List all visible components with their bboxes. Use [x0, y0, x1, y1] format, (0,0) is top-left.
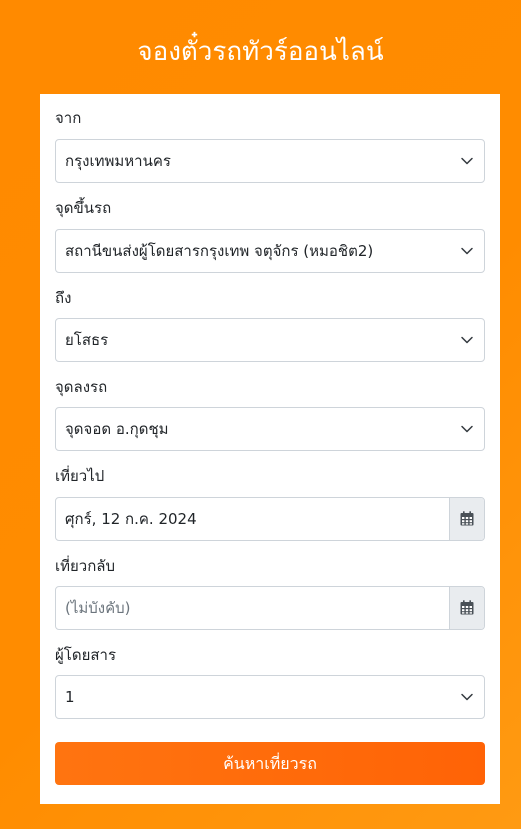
passengers-select-value: 1 — [65, 688, 75, 706]
departure-date-label: เที่ยวไป — [55, 467, 105, 485]
destination-select[interactable]: ยโสธร — [55, 318, 485, 362]
dropoff-point-label: จุดลงรถ — [55, 378, 108, 396]
return-date-placeholder: (ไม่บังคับ) — [65, 599, 131, 617]
booking-form-card: จาก กรุงเทพมหานคร จุดขึ้นรถ สถานีขนส่งผู… — [40, 94, 500, 804]
chevron-down-icon — [461, 157, 473, 165]
chevron-down-icon — [461, 336, 473, 344]
search-trips-button[interactable]: ค้นหาเที่ยวรถ — [55, 742, 485, 785]
destination-label: ถึง — [55, 289, 72, 307]
chevron-down-icon — [461, 425, 473, 433]
calendar-icon — [460, 511, 474, 526]
boarding-point-label: จุดขึ้นรถ — [55, 199, 112, 217]
boarding-point-select-value: สถานีขนส่งผู้โดยสารกรุงเทพ จตุจักร (หมอช… — [65, 242, 374, 260]
departure-date-picker-button[interactable] — [449, 498, 484, 540]
chevron-down-icon — [461, 693, 473, 701]
passengers-label: ผู้โดยสาร — [55, 646, 117, 664]
destination-select-value: ยโสธร — [65, 331, 109, 349]
chevron-down-icon — [461, 247, 473, 255]
calendar-icon — [460, 600, 474, 615]
return-date-input[interactable]: (ไม่บังคับ) — [55, 586, 485, 630]
return-date-label: เที่ยวกลับ — [55, 557, 116, 575]
origin-select[interactable]: กรุงเทพมหานคร — [55, 139, 485, 183]
dropoff-point-select[interactable]: จุดจอด อ.กุดชุม — [55, 407, 485, 451]
return-date-picker-button[interactable] — [449, 587, 484, 629]
page-title: จองตั๋วรถทัวร์ออนไลน์ — [137, 37, 384, 67]
departure-date-input[interactable]: ศุกร์, 12 ก.ค. 2024 — [55, 497, 485, 541]
dropoff-point-select-value: จุดจอด อ.กุดชุม — [65, 420, 169, 438]
passengers-select[interactable]: 1 — [55, 675, 485, 719]
boarding-point-select[interactable]: สถานีขนส่งผู้โดยสารกรุงเทพ จตุจักร (หมอช… — [55, 229, 485, 273]
origin-label: จาก — [55, 109, 82, 127]
origin-select-value: กรุงเทพมหานคร — [65, 152, 171, 170]
departure-date-value: ศุกร์, 12 ก.ค. 2024 — [65, 510, 197, 528]
